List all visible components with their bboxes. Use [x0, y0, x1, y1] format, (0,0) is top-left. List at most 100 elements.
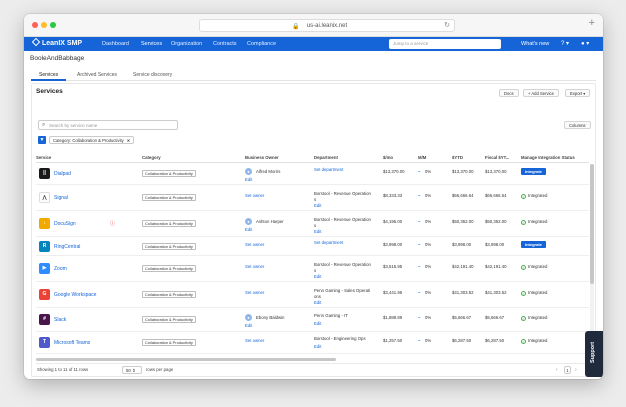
integrate-button[interactable]: Integrate	[521, 241, 546, 248]
warning-icon[interactable]: ⓘ	[110, 221, 115, 227]
user-menu[interactable]: ● ▾	[581, 39, 589, 49]
service-name-link[interactable]: Slack	[54, 317, 66, 323]
jump-to-service-input[interactable]: Jump to a service	[389, 39, 501, 49]
vertical-scrollbar[interactable]	[590, 164, 594, 354]
nav-compliance[interactable]: Compliance	[247, 40, 276, 48]
service-name-link[interactable]: Google Workspace	[54, 292, 96, 298]
tab-service-discovery[interactable]: Service discovery	[133, 71, 172, 79]
spend-fiscal-ytd: $13,370.00	[485, 169, 507, 175]
department[interactable]: Borstool - Revenue Operation	[314, 191, 371, 197]
business-owner[interactable]: Set owner	[245, 338, 264, 344]
col-business-owner[interactable]: Business Owner	[245, 155, 279, 161]
integrate-button[interactable]: Integrate	[521, 168, 546, 175]
edit-department-link[interactable]: Edit	[314, 203, 321, 209]
category-pill[interactable]: Collaboration & Productivity	[142, 194, 196, 201]
table-row[interactable]: ▶ZoomCollaboration & ProductivitySet own…	[36, 256, 589, 282]
service-name-link[interactable]: Microsoft Teams	[54, 340, 90, 346]
category-pill[interactable]: Collaboration & Productivity	[142, 316, 196, 323]
col-service[interactable]: Service	[36, 155, 51, 161]
service-name-link[interactable]: Zoom	[54, 266, 67, 272]
category-pill[interactable]: Collaboration & Productivity	[142, 170, 196, 177]
department[interactable]: Set department	[314, 167, 343, 173]
nav-organization[interactable]: Organization	[171, 40, 202, 48]
add-service-button[interactable]: + Add Service	[523, 89, 559, 97]
table-row[interactable]: TMicrosoft TeamsCollaboration & Producti…	[36, 332, 589, 354]
edit-department-link[interactable]: Edit	[314, 321, 321, 327]
help-menu[interactable]: ? ▾	[561, 39, 569, 49]
filter-icon[interactable]: ▼	[38, 136, 46, 144]
service-name-link[interactable]: RingCentral	[54, 244, 80, 250]
business-owner[interactable]: Set owner	[245, 290, 264, 296]
address-bar[interactable]: 🔒 us-ai.leanix.net ↻	[199, 19, 455, 32]
nav-dashboard[interactable]: Dashboard	[102, 40, 129, 48]
category-pill[interactable]: Collaboration & Productivity	[142, 220, 196, 227]
edit-owner-link[interactable]: Edit	[245, 177, 252, 183]
table-row[interactable]: ↓DocuSignⓘCollaboration & Productivity●A…	[36, 211, 589, 237]
edit-department-link[interactable]: Edit	[314, 300, 321, 306]
department[interactable]: Set department	[314, 240, 343, 246]
col-spend-per-month[interactable]: $/mo	[383, 155, 393, 161]
business-owner[interactable]: Alfred Morris	[256, 169, 280, 175]
whats-new-link[interactable]: What's new	[521, 40, 549, 48]
new-tab-icon[interactable]: +	[589, 17, 595, 29]
current-page[interactable]: 1	[564, 366, 571, 374]
trend-icon: ~	[418, 338, 421, 344]
department[interactable]: Penn Gaming - IT	[314, 313, 348, 319]
docs-button[interactable]: Docs	[499, 89, 519, 97]
rows-per-page-select[interactable]: 50 ⇕	[122, 366, 142, 374]
tab-services[interactable]: Services	[39, 71, 58, 79]
service-name-link[interactable]: Dialpad	[54, 171, 71, 177]
edit-department-link[interactable]: Edit	[314, 344, 321, 350]
edit-owner-link[interactable]: Edit	[245, 227, 252, 233]
col-department[interactable]: Department	[314, 155, 338, 161]
prev-page-button[interactable]: ‹	[556, 366, 558, 374]
department[interactable]: Borstool - Revenue Operation	[314, 262, 371, 268]
leanix-logo[interactable]: LeanIX SMP	[33, 39, 82, 49]
edit-department-link[interactable]: Edit	[314, 274, 321, 280]
business-owner[interactable]: Set owner	[245, 264, 264, 270]
category-pill[interactable]: Collaboration & Productivity	[142, 291, 196, 298]
category-pill[interactable]: Collaboration & Productivity	[142, 265, 196, 272]
minimize-window-button[interactable]	[41, 22, 47, 28]
next-page-button[interactable]: ›	[575, 366, 577, 374]
table-row[interactable]: ||DialpadCollaboration & Productivity●Al…	[36, 163, 589, 185]
department[interactable]: Borstool - Engineering Ops	[314, 336, 366, 342]
maximize-window-button[interactable]	[50, 22, 56, 28]
nav-contracts[interactable]: Contracts	[213, 40, 237, 48]
columns-button[interactable]: Columns	[564, 121, 591, 129]
horizontal-scrollbar[interactable]	[36, 358, 336, 361]
business-owner[interactable]: Set owner	[245, 193, 264, 199]
category-pill[interactable]: Collaboration & Productivity	[142, 243, 196, 250]
support-tab[interactable]: Support	[585, 331, 603, 377]
col-month-over-month[interactable]: M/M	[418, 155, 426, 161]
table-row[interactable]: #SlackCollaboration & Productivity●Ebony…	[36, 308, 589, 332]
business-owner[interactable]: Ashton Harper	[256, 219, 284, 225]
col-fiscal-ytd[interactable]: Fiscal $YT...	[485, 155, 509, 161]
spend-ytd: $50,352.00	[452, 219, 474, 225]
close-window-button[interactable]	[32, 22, 38, 28]
service-search-input[interactable]: ⌕ Search by service name	[38, 120, 178, 130]
table-row[interactable]: GGoogle WorkspaceCollaboration & Product…	[36, 282, 589, 308]
service-name-link[interactable]: Signal	[54, 195, 68, 201]
col-ytd[interactable]: $YTD	[452, 155, 463, 161]
edit-department-link[interactable]: Edit	[314, 229, 321, 235]
integrated-label: Integrated	[528, 193, 547, 198]
col-integration-status[interactable]: Manage Integration Status	[521, 155, 575, 161]
table-row[interactable]: ⋀SignalCollaboration & ProductivitySet o…	[36, 185, 589, 211]
vertical-scrollbar-thumb[interactable]	[590, 164, 594, 284]
col-category[interactable]: Category	[142, 155, 161, 161]
reload-icon[interactable]: ↻	[444, 20, 450, 32]
category-pill[interactable]: Collaboration & Productivity	[142, 339, 196, 346]
business-owner[interactable]: Ebony Baldwin	[256, 315, 284, 321]
edit-owner-link[interactable]: Edit	[245, 323, 252, 329]
business-owner[interactable]: Set owner	[245, 242, 264, 248]
export-button[interactable]: Export ▾	[565, 89, 590, 97]
remove-filter-icon[interactable]: ✕	[127, 138, 131, 143]
category-filter-chip[interactable]: Category: Collaboration & Productivity✕	[49, 136, 134, 144]
nav-services[interactable]: Services	[141, 40, 162, 48]
table-row[interactable]: RRingCentralCollaboration & Productivity…	[36, 237, 589, 256]
service-name-link[interactable]: DocuSign	[54, 221, 76, 227]
department[interactable]: Penn Gaming - Sales Operati	[314, 288, 370, 294]
department[interactable]: Borstool - Revenue Operation	[314, 217, 371, 223]
tab-archived-services[interactable]: Archived Services	[77, 71, 117, 79]
